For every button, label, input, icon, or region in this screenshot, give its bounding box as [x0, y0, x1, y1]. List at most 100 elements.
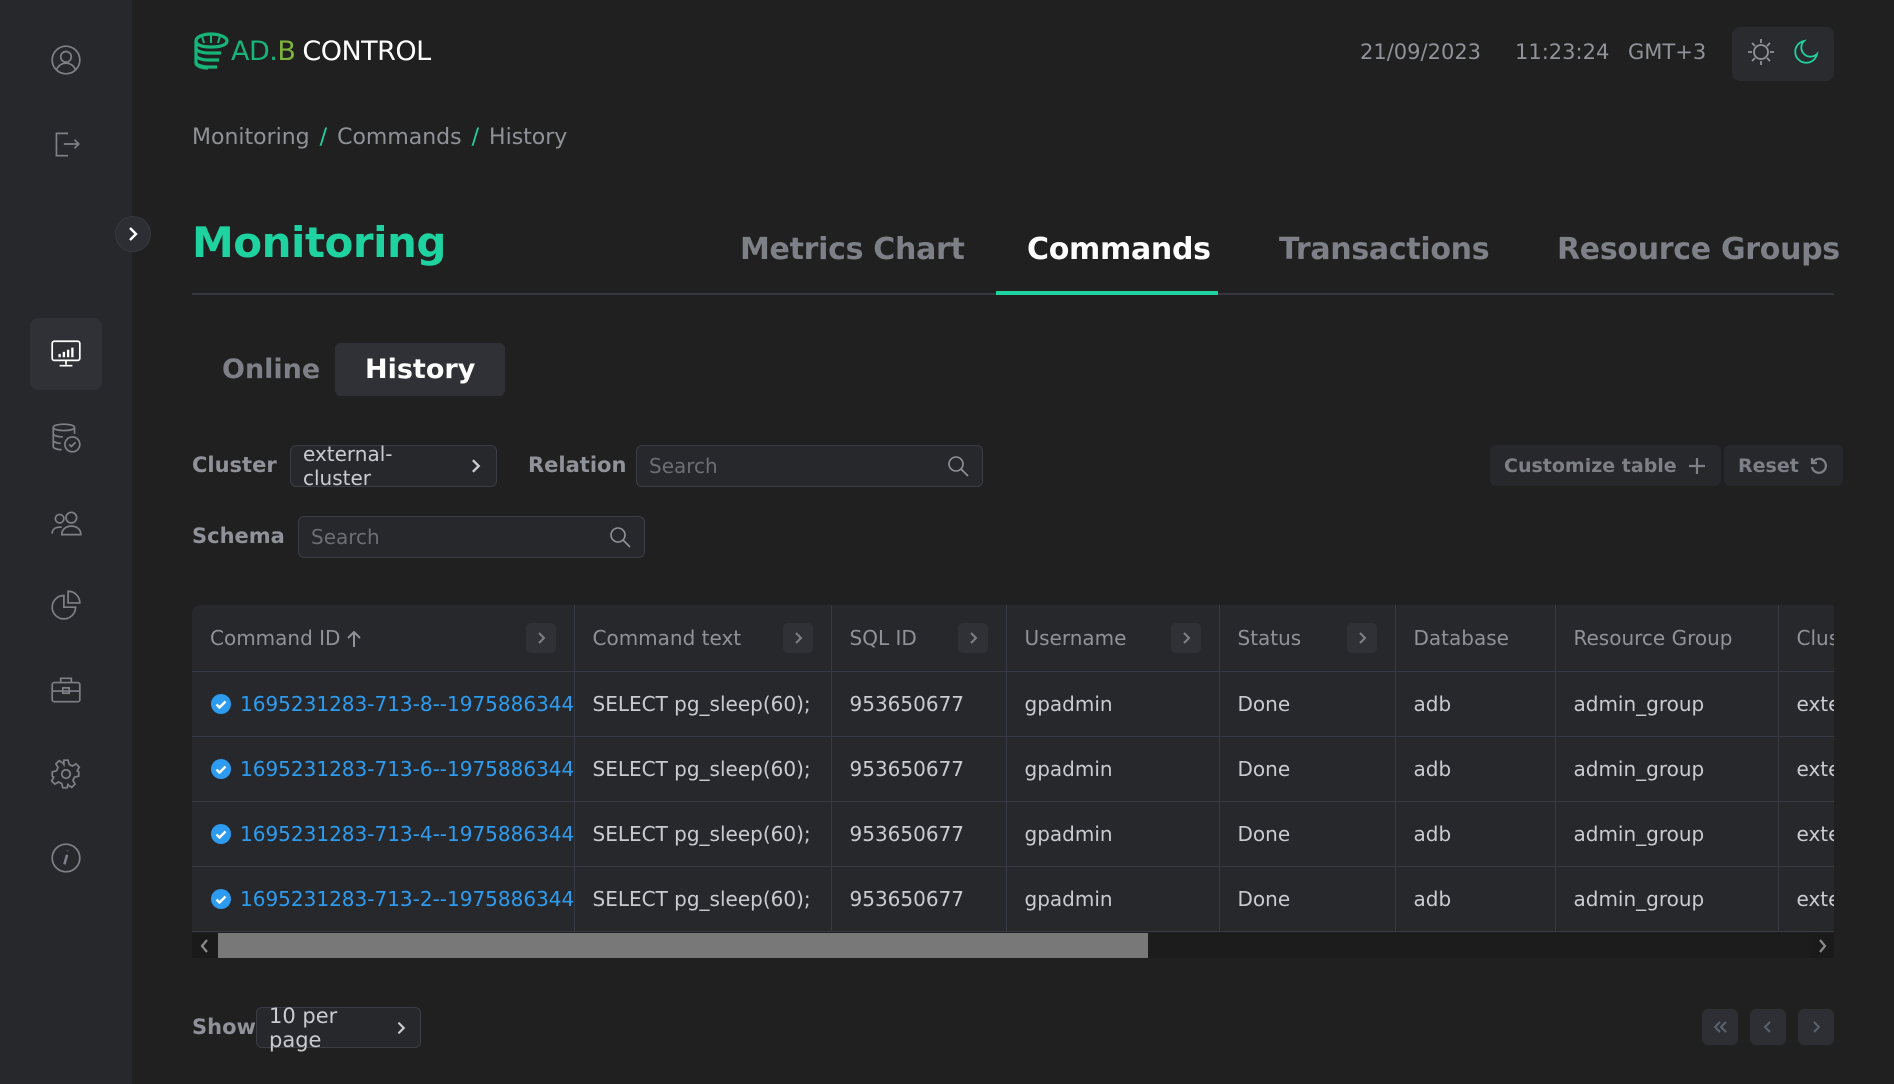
settings-icon [50, 759, 81, 789]
cell-resource-group: admin_group [1555, 866, 1779, 932]
table-header-row: Command ID Command text SQL ID Username … [192, 605, 1834, 672]
cell-command-text: SELECT pg_sleep(60); [574, 736, 832, 802]
cell-database: adb [1395, 671, 1556, 737]
table-row[interactable]: 1695231283-713-8--1975886344 SELECT pg_sl… [192, 671, 1834, 737]
user-profile-button[interactable] [30, 24, 102, 96]
column-header-database[interactable]: Database [1395, 605, 1556, 672]
logo-text-b: B [277, 35, 296, 67]
table-row[interactable]: 1695231283-713-2--1975886344 SELECT pg_sl… [192, 866, 1834, 932]
command-id-link[interactable]: 1695231283-713-2--1975886344 [240, 887, 573, 911]
show-label: Show [192, 1015, 256, 1039]
schema-label: Schema [192, 524, 285, 548]
cell-command-text: SELECT pg_sleep(60); [574, 801, 832, 867]
sidebar-item-reports[interactable] [30, 568, 102, 640]
logout-button[interactable] [30, 108, 102, 180]
command-id-link[interactable]: 1695231283-713-6--1975886344 [240, 757, 573, 781]
monitoring-icon [51, 340, 81, 367]
sidebar-item-databases[interactable] [30, 402, 102, 474]
logout-icon [55, 132, 80, 157]
status-done-check-icon [211, 758, 231, 779]
column-header-command-id[interactable]: Command ID [192, 605, 575, 672]
column-expand-button[interactable] [957, 622, 988, 653]
logo-database-icon [194, 32, 229, 70]
sidebar-item-users[interactable] [30, 488, 102, 560]
search-icon[interactable] [608, 525, 632, 549]
users-icon [51, 511, 82, 536]
prev-page-button[interactable] [1750, 1009, 1786, 1045]
tab-resource-groups[interactable]: Resource Groups [1557, 232, 1840, 267]
theme-switcher [1732, 27, 1834, 81]
command-id-link[interactable]: 1695231283-713-8--1975886344 [240, 692, 573, 716]
tab-commands[interactable]: Commands [1027, 232, 1211, 267]
sidebar-item-monitoring[interactable] [30, 318, 102, 390]
cell-cluster: exte [1778, 736, 1834, 802]
per-page-select[interactable]: 10 per page [256, 1004, 421, 1052]
customize-table-button[interactable]: Customize table [1490, 445, 1721, 486]
app-logo[interactable]: AD.B CONTROL [192, 30, 431, 72]
column-expand-button[interactable] [782, 622, 813, 653]
cell-sql-id: 953650677 [831, 736, 1007, 802]
subtab-online[interactable]: Online [192, 343, 350, 396]
reset-button[interactable]: Reset [1724, 445, 1843, 486]
column-header-status[interactable]: Status [1219, 605, 1396, 672]
cell-status: Done [1219, 866, 1396, 932]
chevron-right-icon [129, 227, 138, 241]
scrollbar-thumb[interactable] [218, 933, 1148, 958]
cell-username: gpadmin [1006, 801, 1220, 867]
light-theme-button[interactable] [1746, 37, 1776, 71]
cell-resource-group: admin_group [1555, 736, 1779, 802]
column-expand-button[interactable] [1170, 622, 1201, 653]
chevron-right-icon [1818, 938, 1826, 953]
timezone: GMT+3 [1628, 40, 1707, 64]
column-header-command-text[interactable]: Command text [574, 605, 832, 672]
reset-label: Reset [1738, 454, 1799, 477]
dark-theme-button[interactable] [1791, 37, 1821, 71]
column-expand-button[interactable] [525, 622, 556, 653]
horizontal-scrollbar[interactable] [192, 933, 1834, 958]
first-page-button[interactable] [1702, 1009, 1738, 1045]
status-done-check-icon [211, 888, 231, 909]
cell-database: adb [1395, 866, 1556, 932]
logo-text-control: CONTROL [302, 35, 431, 67]
scroll-right-button[interactable] [1809, 933, 1834, 958]
column-header-resource-group[interactable]: Resource Group [1555, 605, 1779, 672]
breadcrumb-monitoring[interactable]: Monitoring [192, 125, 310, 150]
cell-command-id: 1695231283-713-6--1975886344 [192, 736, 575, 802]
schema-search [298, 516, 645, 558]
subtab-history[interactable]: History [335, 343, 506, 396]
column-header-username[interactable]: Username [1006, 605, 1220, 672]
cell-cluster: exte [1778, 671, 1834, 737]
sidebar-item-info[interactable] [30, 822, 102, 894]
cell-status: Done [1219, 736, 1396, 802]
plus-icon [1688, 457, 1705, 474]
sort-ascending-icon[interactable] [346, 630, 362, 648]
scroll-left-button[interactable] [192, 933, 217, 958]
search-icon[interactable] [946, 454, 970, 478]
command-id-link[interactable]: 1695231283-713-4--1975886344 [240, 822, 573, 846]
cell-cluster: exte [1778, 801, 1834, 867]
sidebar-item-settings[interactable] [30, 738, 102, 810]
table-row[interactable]: 1695231283-713-6--1975886344 SELECT pg_sl… [192, 736, 1834, 802]
cell-sql-id: 953650677 [831, 671, 1007, 737]
cell-username: gpadmin [1006, 736, 1220, 802]
tab-metrics-chart[interactable]: Metrics Chart [740, 232, 965, 267]
cluster-select[interactable]: external-cluster [290, 442, 497, 490]
column-expand-button[interactable] [1346, 622, 1377, 653]
sun-icon [1747, 39, 1774, 65]
column-header-cluster[interactable]: Clus [1778, 605, 1834, 672]
breadcrumb-commands[interactable]: Commands [337, 125, 462, 150]
sidebar-item-jobs[interactable] [30, 654, 102, 726]
sidebar-expand-button[interactable] [115, 216, 151, 252]
cell-status: Done [1219, 671, 1396, 737]
table-row[interactable]: 1695231283-713-4--1975886344 SELECT pg_sl… [192, 801, 1834, 867]
tab-transactions[interactable]: Transactions [1279, 232, 1490, 267]
cell-command-text: SELECT pg_sleep(60); [574, 671, 832, 737]
breadcrumb-separator: / [319, 125, 328, 150]
status-done-check-icon [211, 823, 231, 844]
cluster-label: Cluster [192, 453, 277, 477]
schema-search-input[interactable] [311, 525, 608, 549]
cell-status: Done [1219, 801, 1396, 867]
column-header-sql-id[interactable]: SQL ID [831, 605, 1007, 672]
next-page-button[interactable] [1798, 1009, 1834, 1045]
relation-search-input[interactable] [649, 454, 946, 478]
